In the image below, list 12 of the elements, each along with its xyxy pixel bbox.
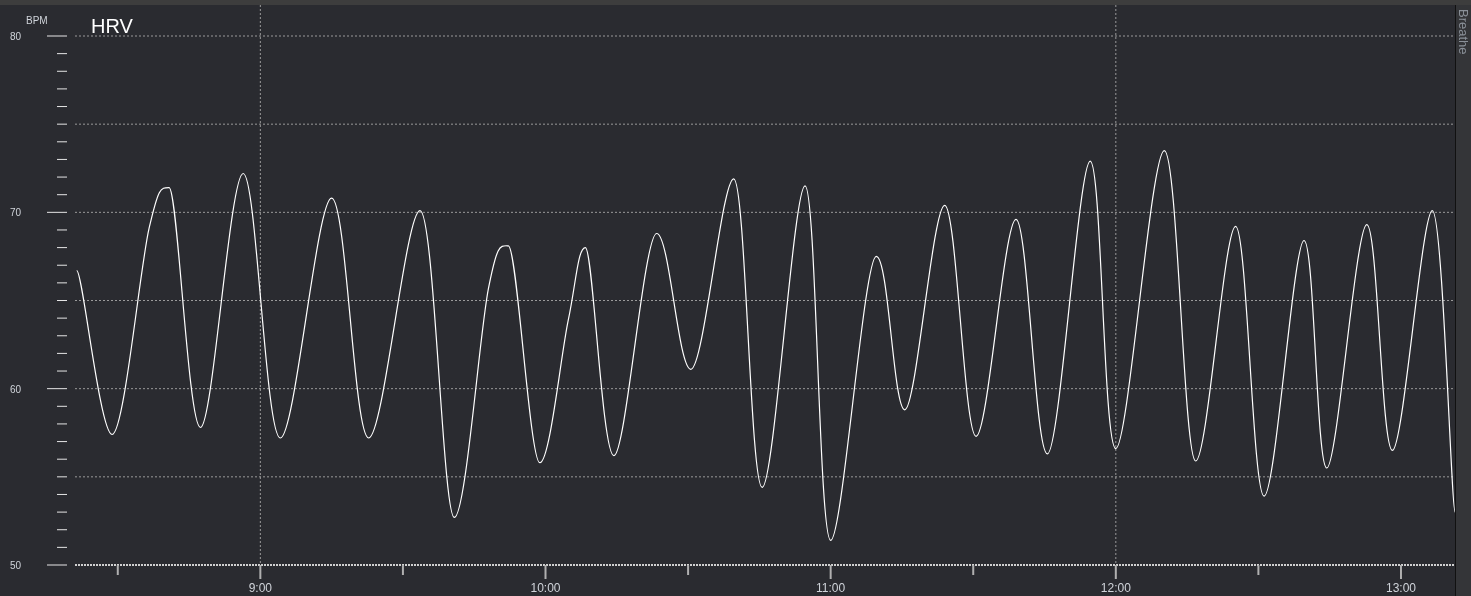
x-axis-label: 11:00 — [816, 581, 846, 595]
x-axis-label: 10:00 — [530, 581, 561, 595]
side-tab[interactable]: Breathe — [1455, 5, 1471, 596]
y-axis-label: 70 — [10, 207, 22, 219]
y-axis-label: 80 — [10, 31, 22, 42]
x-axis-label: 12:00 — [1100, 581, 1131, 595]
axis-unit-label: BPM — [26, 15, 48, 26]
y-axis-label: 50 — [10, 560, 22, 571]
y-axis-label: 60 — [10, 383, 22, 395]
x-axis-label: 13:00 — [1385, 581, 1416, 595]
chart-title: HRV — [91, 15, 133, 37]
x-axis-label: 9:00 — [248, 581, 273, 595]
